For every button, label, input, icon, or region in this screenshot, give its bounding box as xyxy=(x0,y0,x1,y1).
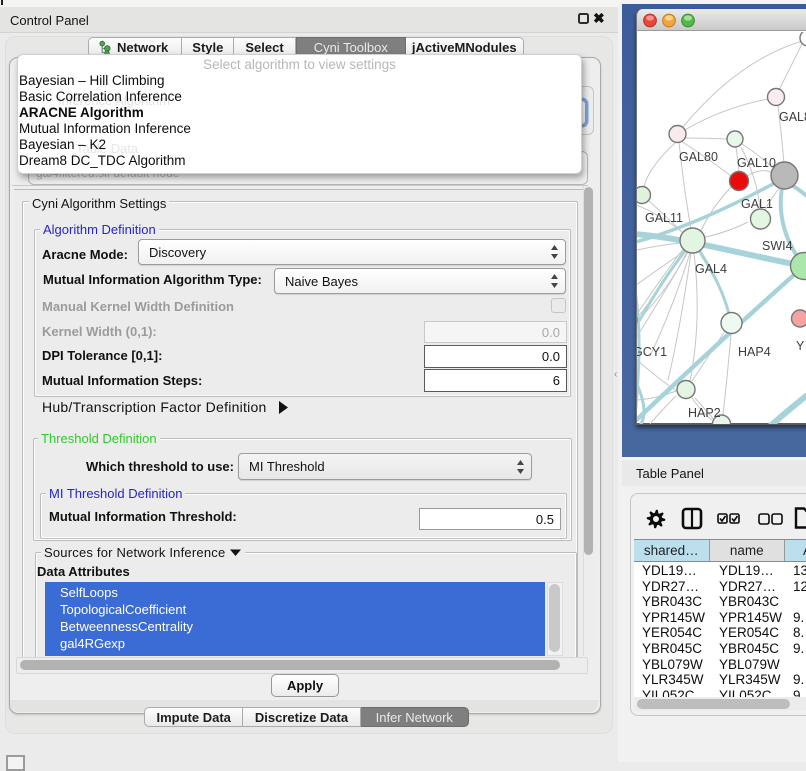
svg-text:Y: Y xyxy=(796,339,805,353)
svg-text:GAL11: GAL11 xyxy=(645,211,683,225)
svg-text:GAL10: GAL10 xyxy=(737,156,776,170)
svg-text:HAP2: HAP2 xyxy=(688,406,721,420)
svg-text:GAL80: GAL80 xyxy=(679,150,718,164)
svg-text:GAL1: GAL1 xyxy=(741,197,773,211)
svg-text:SWI4: SWI4 xyxy=(762,239,793,253)
svg-text:GCY1: GCY1 xyxy=(637,345,667,359)
svg-text:GAL4: GAL4 xyxy=(695,262,727,276)
svg-text:GAL8: GAL8 xyxy=(779,110,806,124)
svg-text:HAP4: HAP4 xyxy=(738,345,771,359)
